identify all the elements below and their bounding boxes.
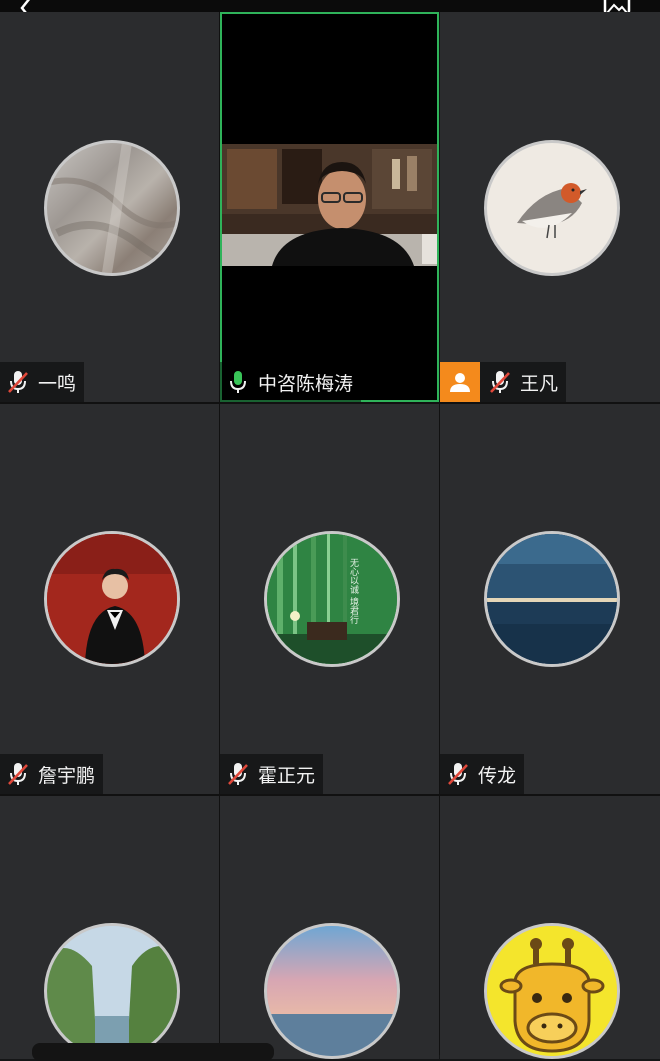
- participant-name: 一鸣: [38, 372, 77, 395]
- mic-muted-icon: [228, 763, 248, 785]
- avatar: [43, 140, 180, 276]
- name-tag: 霍正元: [220, 754, 324, 794]
- participant-tile[interactable]: 王凡: [440, 12, 660, 402]
- video-feed: [222, 144, 437, 266]
- participant-name: 詹宇鹏: [38, 764, 96, 787]
- participant-tile[interactable]: [440, 796, 660, 1059]
- avatar: [43, 923, 180, 1059]
- name-tag: 詹宇鹏: [0, 754, 104, 794]
- avatar: [484, 140, 620, 276]
- avatar: [43, 531, 180, 667]
- participant-tile[interactable]: [0, 796, 219, 1059]
- name-tag: 王凡: [440, 362, 567, 402]
- mic-active-icon: [230, 371, 246, 393]
- participant-tile[interactable]: 詹宇鹏: [0, 404, 219, 794]
- name-tag: 中咨陈梅涛: [220, 362, 362, 402]
- participant-tile[interactable]: 一鸣: [0, 12, 219, 402]
- mic-muted-icon: [8, 371, 28, 393]
- active-speaker-tile[interactable]: 中咨陈梅涛: [220, 12, 439, 402]
- participant-name: 传龙: [478, 764, 517, 787]
- bottom-toast: [32, 1043, 274, 1061]
- participant-tile[interactable]: 无心以诚 境君行 霍正元: [220, 404, 439, 794]
- participant-name: 王凡: [520, 372, 559, 395]
- name-tag: 一鸣: [0, 362, 85, 402]
- host-badge: [440, 362, 480, 402]
- avatar: [484, 923, 620, 1059]
- participant-tile[interactable]: 传龙: [440, 404, 660, 794]
- participant-tile[interactable]: [220, 796, 439, 1059]
- avatar: [263, 923, 400, 1059]
- avatar: 无心以诚 境君行: [263, 531, 400, 667]
- mic-muted-icon: [8, 763, 28, 785]
- participant-name: 霍正元: [258, 764, 316, 787]
- name-tag: 传龙: [440, 754, 525, 794]
- mic-muted-icon: [448, 763, 468, 785]
- participant-grid: 一鸣 中咨陈梅涛 王凡 詹宇鹏 无心以诚 境君行 霍正元 传龙: [0, 12, 660, 1059]
- person-icon: [450, 373, 470, 392]
- participant-name: 中咨陈梅涛: [258, 372, 354, 395]
- avatar-caption: 无心以诚 境君行: [348, 558, 359, 625]
- mic-muted-icon: [490, 371, 510, 393]
- avatar: [484, 531, 620, 667]
